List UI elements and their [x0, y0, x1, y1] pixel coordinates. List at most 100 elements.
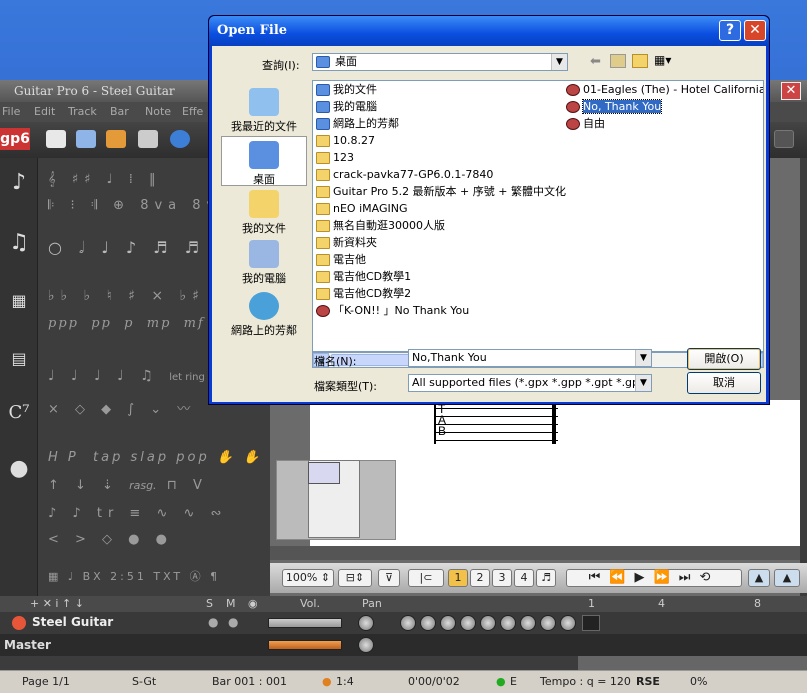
- place-desktop[interactable]: 桌面: [221, 136, 307, 186]
- last-bar-icon[interactable]: ⏭: [679, 570, 700, 585]
- track-row[interactable]: Steel Guitar ● ●: [0, 612, 807, 634]
- list-item[interactable]: 網路上的芳鄰: [315, 116, 399, 132]
- print-icon[interactable]: [138, 130, 158, 148]
- dyn-mf[interactable]: mf: [184, 316, 205, 331]
- voice-options-icon[interactable]: ♬: [536, 569, 556, 587]
- strum-pop[interactable]: pop: [176, 450, 209, 465]
- new-file-icon[interactable]: [46, 130, 66, 148]
- save-icon[interactable]: [76, 130, 96, 148]
- chevron-down-icon[interactable]: ▼: [635, 350, 651, 366]
- effect-knob-9[interactable]: [560, 615, 576, 631]
- voice-3-button[interactable]: 3: [492, 569, 512, 587]
- list-item[interactable]: 新資料夾: [315, 235, 377, 251]
- track-scrollbar[interactable]: [578, 656, 807, 670]
- effect-knob-4[interactable]: [460, 615, 476, 631]
- keyboard-panel-icon[interactable]: ▤: [6, 344, 32, 374]
- dyn-p[interactable]: p: [124, 316, 134, 331]
- import-icon[interactable]: [106, 130, 126, 148]
- menu-file[interactable]: File: [2, 105, 20, 118]
- dyn-ppp[interactable]: ppp: [48, 316, 79, 331]
- effect-knob-2[interactable]: [420, 615, 436, 631]
- filetype-select[interactable]: All supported files (*.gpx *.gpp *.gpt *…: [408, 374, 652, 392]
- place-my-computer[interactable]: 我的電腦: [221, 236, 307, 286]
- rewind-icon[interactable]: ⏪: [609, 570, 634, 585]
- look-in-select[interactable]: 桌面 ▼: [312, 53, 568, 71]
- menu-bar-item[interactable]: Bar: [110, 105, 129, 118]
- view-mode-icon[interactable]: ⊽: [378, 569, 400, 587]
- list-item[interactable]: crack-pavka77-GP6.0.1-7840: [315, 167, 493, 183]
- layout-select[interactable]: ⊟⇕: [338, 569, 372, 587]
- fullscreen-icon[interactable]: [774, 130, 794, 148]
- bar-cell[interactable]: [582, 615, 600, 631]
- multitrack-icon[interactable]: |⊂: [408, 569, 444, 587]
- chevron-down-icon[interactable]: ▼: [551, 54, 567, 70]
- tool-txt[interactable]: TXT: [153, 570, 183, 583]
- list-item[interactable]: 「K-ON!! 」No Thank You: [315, 303, 469, 319]
- zoom-select[interactable]: 100% ⇕: [282, 569, 334, 587]
- back-icon[interactable]: ⬅: [590, 54, 601, 69]
- microphone-panel-icon[interactable]: ●: [6, 454, 32, 484]
- filename-input[interactable]: No,Thank You ▼: [408, 349, 652, 367]
- dyn-pp[interactable]: pp: [91, 316, 112, 331]
- add-track-icon[interactable]: + ✕ i ↑ ↓: [30, 597, 84, 610]
- master-volume-slider[interactable]: [268, 640, 342, 650]
- menu-effects[interactable]: Effe: [182, 105, 203, 118]
- dialog-title-bar[interactable]: Open File: [209, 16, 769, 46]
- dialog-close-button[interactable]: ✕: [744, 20, 766, 41]
- list-item[interactable]: 10.8.27: [315, 133, 375, 149]
- let-ring-label[interactable]: let ring: [169, 372, 205, 383]
- amp-panel-icon[interactable]: ▦: [6, 286, 32, 316]
- voice-1-button[interactable]: 1: [448, 569, 468, 587]
- list-item[interactable]: Guitar Pro 5.2 最新版本 + 序號 + 繁體中文化: [315, 184, 566, 200]
- countdown-icon[interactable]: ▲: [774, 569, 800, 587]
- app-close-button[interactable]: ✕: [781, 82, 801, 100]
- menu-edit[interactable]: Edit: [34, 105, 55, 118]
- strum-slap[interactable]: slap: [130, 450, 169, 465]
- list-item[interactable]: nEO iMAGING: [315, 201, 407, 217]
- pan-knob[interactable]: [358, 615, 374, 631]
- forward-icon[interactable]: ⏩: [654, 570, 679, 585]
- voice-4-button[interactable]: 4: [514, 569, 534, 587]
- score-horizontal-scrollbar[interactable]: [270, 546, 800, 560]
- effect-knob-8[interactable]: [540, 615, 556, 631]
- effect-knob-7[interactable]: [520, 615, 536, 631]
- tool-clock[interactable]: 2:51: [110, 570, 147, 583]
- master-pan-knob[interactable]: [358, 637, 374, 653]
- effect-knob-3[interactable]: [440, 615, 456, 631]
- place-recent[interactable]: 我最近的文件: [221, 84, 307, 134]
- chevron-down-icon[interactable]: ▼: [635, 375, 651, 391]
- play-icon[interactable]: ▶: [635, 570, 654, 585]
- list-item[interactable]: 無名自動逛30000人版: [315, 218, 445, 234]
- chord-panel-icon[interactable]: C⁷: [6, 398, 32, 428]
- file-list[interactable]: 我的文件 我的電腦 網路上的芳鄰 10.8.27 123 crack-pavka77-GP…: [312, 80, 764, 352]
- volume-slider[interactable]: [268, 618, 342, 628]
- master-row[interactable]: Master: [0, 634, 807, 656]
- mute-toggle[interactable]: ●: [228, 615, 238, 629]
- open-button[interactable]: 開啟(O): [687, 348, 761, 370]
- list-item[interactable]: 電吉他: [315, 252, 366, 268]
- loop-icon[interactable]: ⟲: [699, 570, 719, 585]
- tool-bx[interactable]: BX: [83, 570, 104, 583]
- menu-note[interactable]: Note: [145, 105, 171, 118]
- place-network[interactable]: 網路上的芳鄰: [221, 288, 307, 338]
- list-item[interactable]: 我的文件: [315, 82, 377, 98]
- ottava-8va[interactable]: 8va: [140, 198, 182, 213]
- voice-2-button[interactable]: 2: [470, 569, 490, 587]
- list-item[interactable]: 自由: [565, 116, 605, 132]
- list-item[interactable]: 01-Eagles (The) - Hotel California: [565, 82, 763, 98]
- view-menu-icon[interactable]: ▦▾: [654, 54, 676, 68]
- info-icon[interactable]: [170, 130, 190, 148]
- guitar-panel-icon[interactable]: ♫: [6, 228, 32, 258]
- effect-knob-5[interactable]: [480, 615, 496, 631]
- effect-knob-6[interactable]: [500, 615, 516, 631]
- dyn-mp[interactable]: mp: [147, 316, 172, 331]
- effect-knob-1[interactable]: [400, 615, 416, 631]
- first-bar-icon[interactable]: ⏮: [589, 570, 610, 585]
- new-folder-icon[interactable]: [632, 54, 648, 68]
- menu-track[interactable]: Track: [68, 105, 97, 118]
- place-my-documents[interactable]: 我的文件: [221, 186, 307, 236]
- cancel-button[interactable]: 取消: [687, 372, 761, 394]
- help-button[interactable]: ?: [719, 20, 741, 41]
- metronome-icon[interactable]: ▲: [748, 569, 770, 587]
- minimap-cursor[interactable]: [308, 462, 340, 484]
